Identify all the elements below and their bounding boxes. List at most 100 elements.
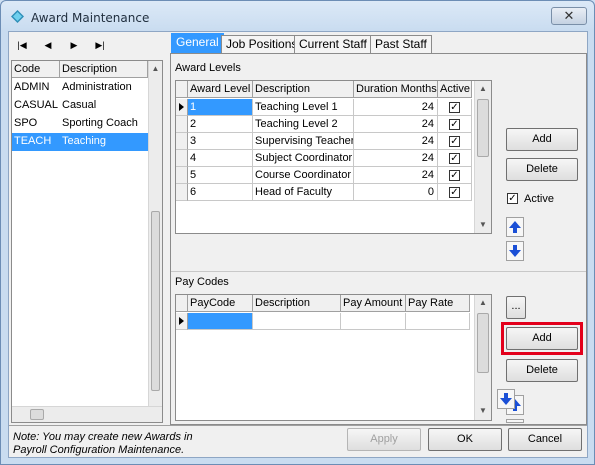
scroll-up-icon[interactable]: ▲ (475, 81, 491, 97)
pay-description-cell[interactable] (253, 313, 341, 330)
column-header-code[interactable]: Code (12, 61, 60, 78)
arrow-up-icon[interactable] (507, 218, 523, 236)
active-checkbox[interactable]: ✓ (449, 119, 460, 130)
award-level-description-cell[interactable]: Supervising Teacher (253, 133, 354, 150)
pay-code-add-button[interactable]: Add (506, 327, 578, 350)
column-header-pay-amount[interactable]: Pay Amount (341, 295, 406, 312)
duration-months-cell[interactable]: 24 (354, 116, 438, 133)
pay-codes-grid[interactable]: PayCode Description Pay Amount Pay Rate … (175, 294, 492, 421)
active-checkbox[interactable]: ✓ (449, 102, 460, 113)
paycode-cell[interactable] (188, 313, 253, 330)
scroll-down-icon[interactable]: ▼ (475, 403, 491, 419)
close-button[interactable]: ✕ (551, 7, 587, 25)
award-code[interactable]: CASUAL (12, 97, 60, 114)
ok-button[interactable]: OK (428, 428, 502, 451)
tab-current-staff[interactable]: Current Staff (294, 35, 372, 54)
close-icon[interactable]: ✕ (564, 8, 575, 23)
award-code[interactable]: SPO (12, 115, 60, 132)
pay-codes-vertical-scrollbar[interactable]: ▲ ▼ (474, 295, 491, 420)
active-cell[interactable]: ✓ (438, 167, 472, 184)
award-description[interactable]: Sporting Coach (60, 115, 148, 132)
previous-icon[interactable]: ◀ (45, 40, 52, 50)
active-checkbox[interactable]: ✓ (449, 153, 460, 164)
apply-button[interactable]: Apply (347, 428, 421, 451)
scroll-thumb-horizontal[interactable] (30, 409, 44, 420)
award-level-cell[interactable]: 3 (188, 133, 253, 150)
tab-job-positions[interactable]: Job Positions (221, 35, 303, 54)
duration-months-cell[interactable]: 0 (354, 184, 438, 201)
move-down-button[interactable] (506, 241, 524, 261)
first-record-button[interactable]: |◀ (13, 38, 31, 52)
pay-code-delete-button[interactable]: Delete (506, 359, 578, 382)
active-checkbox[interactable]: ✓ (449, 187, 460, 198)
awards-horizontal-scrollbar[interactable] (12, 406, 162, 422)
column-header-paycode[interactable]: PayCode (188, 295, 253, 312)
move-up-button[interactable] (506, 217, 524, 237)
award-level-description-cell[interactable]: Head of Faculty (253, 184, 354, 201)
award-level-cell[interactable]: 4 (188, 150, 253, 167)
column-header-pay-rate[interactable]: Pay Rate (406, 295, 470, 312)
award-level-description-cell[interactable]: Teaching Level 1 (253, 99, 354, 116)
duration-months-cell[interactable]: 24 (354, 99, 438, 116)
award-level-cell[interactable]: 5 (188, 167, 253, 184)
award-description[interactable]: Administration (60, 79, 148, 96)
active-checkbox[interactable]: ✓ (449, 170, 460, 181)
active-checkbox[interactable]: ✓ (449, 136, 460, 147)
column-header-active[interactable]: Active (438, 81, 472, 98)
award-code[interactable]: TEACH (12, 133, 60, 150)
active-cell[interactable]: ✓ (438, 150, 472, 167)
award-level-description-cell[interactable]: Subject Coordinator (253, 150, 354, 167)
award-code[interactable]: ADMIN (12, 79, 60, 96)
award-description[interactable]: Teaching (60, 133, 148, 150)
pay-code-lookup-button[interactable]: ... (506, 296, 526, 319)
award-description[interactable]: Casual (60, 97, 148, 114)
pay-code-move-down-button-top[interactable] (506, 419, 524, 423)
award-level-cell[interactable]: 2 (188, 116, 253, 133)
award-level-cell[interactable]: 6 (188, 184, 253, 201)
award-level-cell[interactable]: 1 (188, 99, 253, 116)
column-header-description[interactable]: Description (253, 81, 354, 98)
pay-amount-cell[interactable] (341, 313, 406, 330)
awards-grid[interactable]: Code Description ADMIN Administration CA… (11, 60, 163, 423)
award-row[interactable]: ADMIN Administration (12, 79, 148, 97)
award-level-description-cell[interactable]: Teaching Level 2 (253, 116, 354, 133)
award-levels-vertical-scrollbar[interactable]: ▲ ▼ (474, 81, 491, 233)
scroll-thumb[interactable] (151, 211, 160, 391)
column-header-award-level[interactable]: Award Level (188, 81, 253, 98)
last-icon[interactable]: ▶| (95, 40, 104, 50)
active-cell[interactable]: ✓ (438, 184, 472, 201)
next-record-button[interactable]: ▶ (65, 38, 83, 52)
duration-months-cell[interactable]: 24 (354, 167, 438, 184)
column-header-description[interactable]: Description (60, 61, 148, 78)
previous-record-button[interactable]: ◀ (39, 38, 57, 52)
last-record-button[interactable]: ▶| (91, 38, 109, 52)
first-icon[interactable]: |◀ (17, 40, 26, 50)
award-level-description-cell[interactable]: Course Coordinator (253, 167, 354, 184)
cancel-button[interactable]: Cancel (508, 428, 582, 451)
awards-vertical-scrollbar[interactable]: ▲ (148, 61, 162, 406)
scroll-down-icon[interactable]: ▼ (475, 217, 491, 233)
arrow-down-icon[interactable] (507, 242, 523, 260)
scroll-up-icon[interactable]: ▲ (475, 295, 491, 311)
award-row[interactable]: SPO Sporting Coach (12, 115, 148, 133)
award-row-selected[interactable]: TEACH Teaching (12, 133, 148, 151)
active-cell[interactable]: ✓ (438, 99, 472, 116)
next-icon[interactable]: ▶ (71, 40, 78, 50)
active-cell[interactable]: ✓ (438, 133, 472, 150)
scroll-thumb[interactable] (477, 313, 489, 373)
pay-code-move-down-button[interactable] (497, 389, 515, 409)
award-levels-grid[interactable]: Award Level Description Duration Months … (175, 80, 492, 234)
pay-rate-cell[interactable] (406, 313, 470, 330)
scroll-up-icon[interactable]: ▲ (149, 61, 162, 77)
award-level-delete-button[interactable]: Delete (506, 158, 578, 181)
duration-months-cell[interactable]: 24 (354, 133, 438, 150)
active-cell[interactable]: ✓ (438, 116, 472, 133)
column-header-duration-months[interactable]: Duration Months (354, 81, 438, 98)
tab-past-staff[interactable]: Past Staff (370, 35, 432, 54)
duration-months-cell[interactable]: 24 (354, 150, 438, 167)
award-row[interactable]: CASUAL Casual (12, 97, 148, 115)
scroll-thumb[interactable] (477, 99, 489, 157)
arrow-down-icon[interactable] (498, 390, 514, 408)
active-checkbox[interactable]: ✓ (507, 193, 518, 204)
column-header-description[interactable]: Description (253, 295, 341, 312)
